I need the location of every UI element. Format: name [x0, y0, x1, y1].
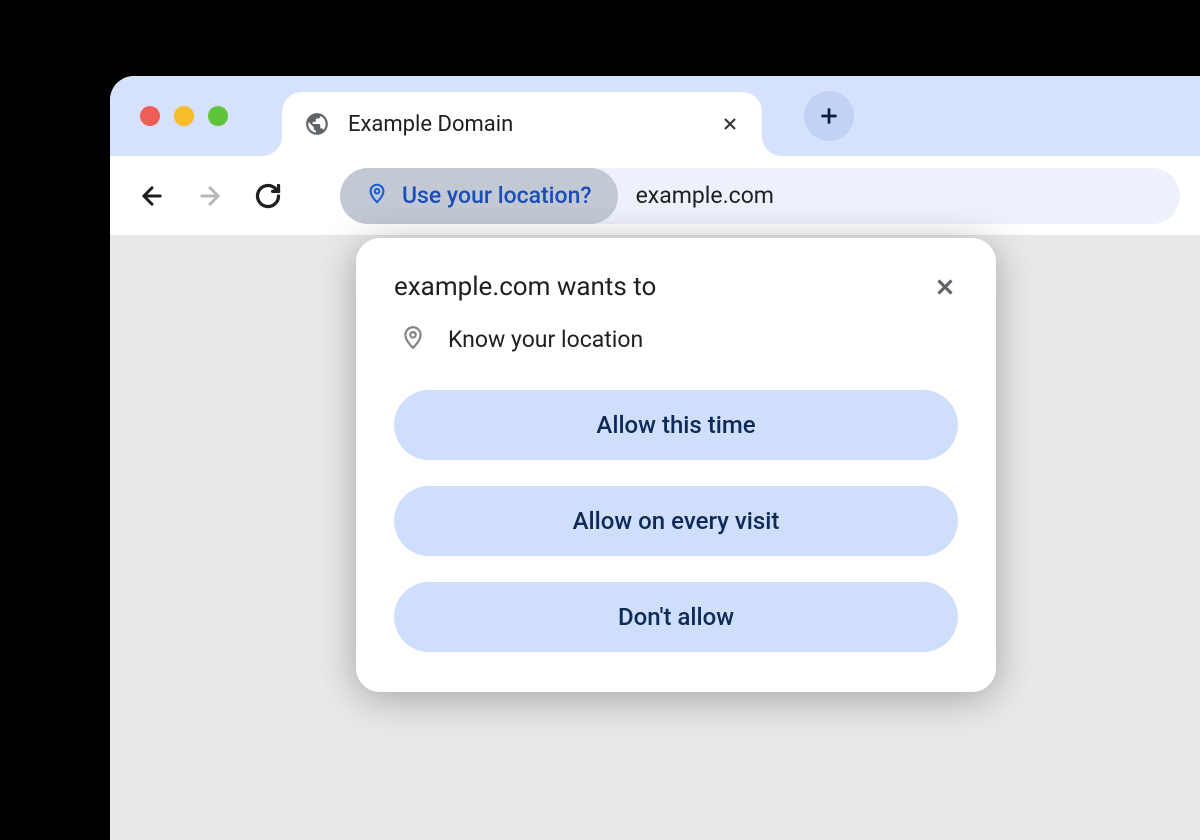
close-window-button[interactable]	[140, 106, 160, 126]
permission-item: Know your location	[394, 322, 958, 356]
permission-dialog: example.com wants to Know your location …	[356, 238, 996, 692]
location-pin-icon	[400, 322, 426, 356]
globe-icon	[304, 111, 330, 137]
dialog-title: example.com wants to	[394, 272, 656, 302]
location-chip-text: Use your location?	[402, 182, 592, 209]
close-dialog-button[interactable]	[932, 274, 958, 300]
browser-window: Example Domain Use your location? e	[110, 76, 1200, 840]
back-button[interactable]	[130, 174, 174, 218]
reload-button[interactable]	[246, 174, 290, 218]
location-pin-icon	[366, 182, 388, 210]
tab-title: Example Domain	[348, 112, 702, 137]
allow-always-button[interactable]: Allow on every visit	[394, 486, 958, 556]
forward-button[interactable]	[188, 174, 232, 218]
close-tab-button[interactable]	[720, 114, 740, 134]
allow-once-button[interactable]: Allow this time	[394, 390, 958, 460]
tab-strip: Example Domain	[110, 76, 1200, 156]
location-permission-chip[interactable]: Use your location?	[340, 168, 618, 224]
address-bar[interactable]: Use your location? example.com	[340, 168, 1180, 224]
minimize-window-button[interactable]	[174, 106, 194, 126]
maximize-window-button[interactable]	[208, 106, 228, 126]
browser-tab[interactable]: Example Domain	[282, 92, 762, 156]
toolbar: Use your location? example.com	[110, 156, 1200, 236]
url-text: example.com	[636, 182, 774, 209]
window-controls	[140, 106, 228, 126]
permission-text: Know your location	[448, 326, 643, 353]
new-tab-button[interactable]	[804, 91, 854, 141]
deny-button[interactable]: Don't allow	[394, 582, 958, 652]
